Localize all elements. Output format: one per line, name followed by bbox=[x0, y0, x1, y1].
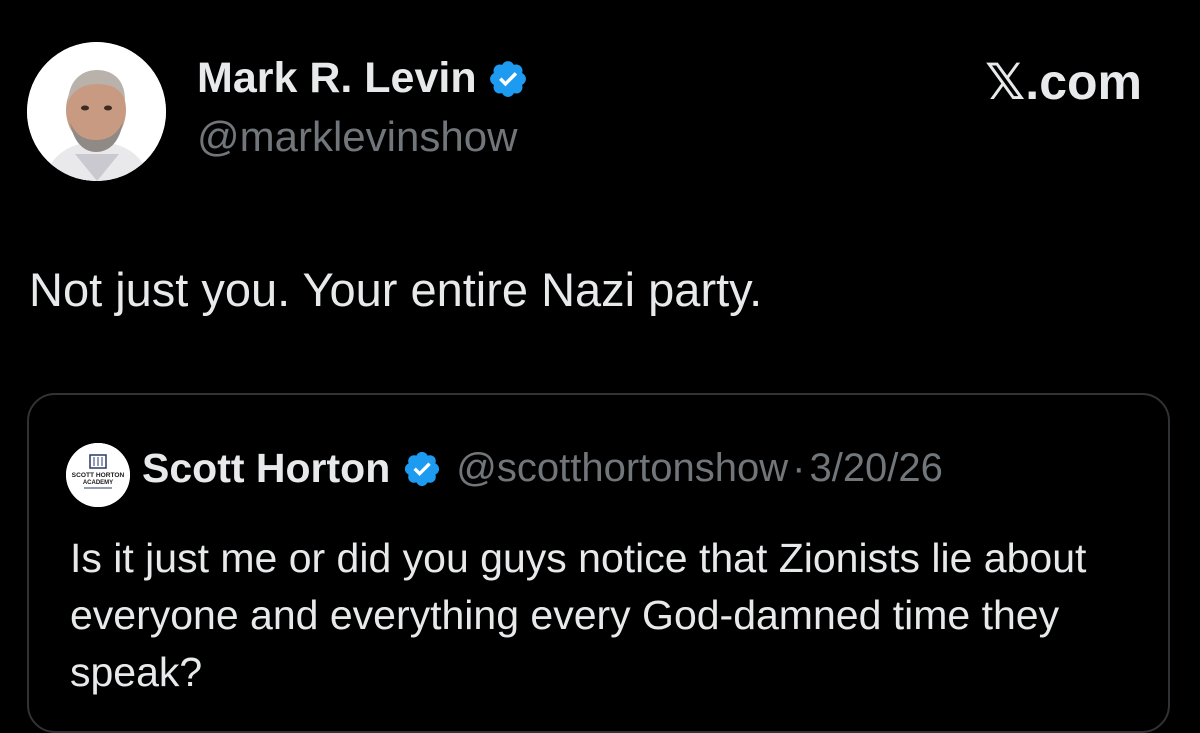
academy-logo-line2: ACADEMY bbox=[83, 480, 113, 486]
author-name-row[interactable]: Mark R. Levin bbox=[197, 54, 529, 103]
profile-photo-icon bbox=[27, 42, 166, 181]
verified-badge-icon bbox=[405, 451, 440, 486]
quoted-tweet-header: Scott Horton @scotthortonshow · 3/20/26 bbox=[142, 445, 943, 492]
quoted-tweet-card[interactable]: SCOTT HORTON ACADEMY Scott Horton @scott… bbox=[27, 393, 1170, 733]
author-avatar[interactable] bbox=[27, 42, 166, 181]
verified-badge-icon bbox=[489, 60, 526, 97]
author-name[interactable]: Mark R. Levin bbox=[197, 54, 477, 103]
author-handle[interactable]: @marklevinshow bbox=[197, 113, 517, 161]
quoted-tweet-date[interactable]: 3/20/26 bbox=[809, 446, 942, 491]
quoted-author-name[interactable]: Scott Horton bbox=[142, 445, 390, 492]
academy-logo-line1: SCOTT HORTON bbox=[72, 472, 125, 479]
separator-dot: · bbox=[792, 446, 806, 490]
quoted-author-handle[interactable]: @scotthortonshow bbox=[456, 446, 788, 491]
tweet-text: Not just you. Your entire Nazi party. bbox=[29, 263, 763, 316]
academy-logo-icon: SCOTT HORTON ACADEMY bbox=[66, 443, 130, 507]
x-logo-brand: 𝕏.com bbox=[985, 54, 1142, 110]
quoted-author-avatar[interactable]: SCOTT HORTON ACADEMY bbox=[66, 443, 130, 507]
quoted-tweet-text: Is it just me or did you guys notice tha… bbox=[70, 535, 1087, 695]
